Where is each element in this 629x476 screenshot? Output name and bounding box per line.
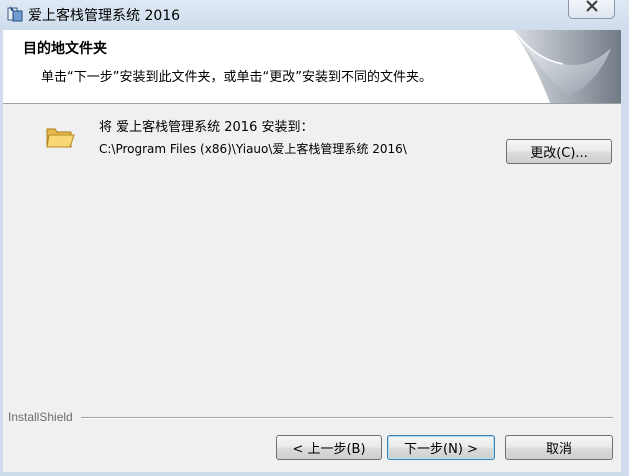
header-banner: 目的地文件夹 单击“下一步”安装到此文件夹，或单击“更改”安装到不同的文件夹。: [3, 30, 621, 104]
installer-icon: [6, 5, 24, 23]
window-title: 爱上客栈管理系统 2016: [28, 8, 181, 24]
installshield-label: InstallShield: [8, 410, 77, 424]
close-icon: [585, 0, 599, 16]
next-button[interactable]: 下一步(N) >: [387, 435, 495, 460]
close-button[interactable]: [568, 0, 615, 19]
install-to-label: 将 爱上客栈管理系统 2016 安装到：: [99, 120, 314, 135]
page-title: 目的地文件夹: [23, 41, 107, 57]
title-bar: 爱上客栈管理系统 2016: [0, 0, 629, 30]
window-frame-bottom: [0, 472, 629, 476]
back-button[interactable]: < 上一步(B): [276, 435, 382, 460]
divider-line: [81, 417, 613, 419]
page-curl-graphic: [512, 30, 621, 103]
installshield-divider: InstallShield: [3, 410, 621, 424]
main-panel: 将 爱上客栈管理系统 2016 安装到： C:\Program Files (x…: [3, 104, 621, 434]
button-bar: < 上一步(B) 下一步(N) > 取消: [3, 424, 621, 472]
change-folder-button[interactable]: 更改(C)...: [506, 139, 612, 164]
folder-icon: [45, 124, 75, 150]
page-description: 单击“下一步”安装到此文件夹，或单击“更改”安装到不同的文件夹。: [41, 70, 432, 85]
install-path: C:\Program Files (x86)\Yiauo\爱上客栈管理系统 20…: [99, 142, 407, 156]
cancel-button[interactable]: 取消: [505, 435, 613, 460]
window-frame-right: [621, 30, 629, 476]
